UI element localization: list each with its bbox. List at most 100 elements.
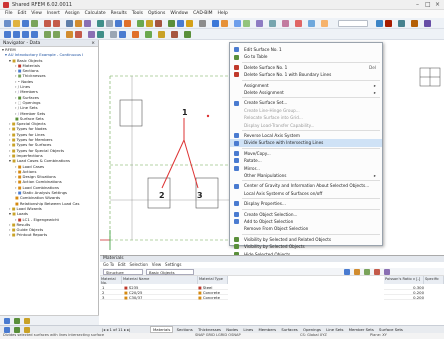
node-icon[interactable] [186, 20, 193, 27]
support-icon[interactable] [221, 20, 228, 27]
wireframe-icon[interactable] [44, 31, 51, 38]
menu-assign[interactable]: Assign [65, 11, 80, 16]
next-page-icon[interactable]: ▸ [124, 327, 126, 332]
context-menu-item[interactable]: Local Axis Systems of Surfaces on/off [230, 190, 382, 197]
tab-surfaces[interactable]: Surfaces [279, 327, 299, 332]
column-header[interactable]: Material Type [198, 276, 228, 284]
menu-help[interactable]: Help [218, 11, 228, 16]
minimize-icon[interactable]: – [416, 1, 419, 8]
tab-nodes[interactable]: Nodes [224, 327, 240, 332]
context-menu-item[interactable]: Display Load-Transfer Capability... [230, 122, 382, 129]
x-view-icon[interactable] [13, 31, 20, 38]
panel-menu-selection[interactable]: Selection [129, 262, 147, 267]
context-menu-item[interactable]: Delete Surface No. 1 with Boundary Lines [230, 71, 382, 78]
close-icon[interactable]: × [435, 1, 440, 8]
panel-tool-icon[interactable] [344, 269, 350, 275]
set-icon[interactable] [269, 20, 276, 27]
last-page-icon[interactable]: ▸| [127, 327, 130, 332]
solid-icon[interactable] [177, 20, 184, 27]
context-menu-item[interactable]: Assignment ▸ [230, 82, 382, 89]
context-menu-item[interactable]: Other Manipulations ▸ [230, 172, 382, 179]
tab-sections[interactable]: Sections [175, 327, 195, 332]
data-tab-icon[interactable] [4, 318, 10, 324]
view-icon[interactable] [84, 20, 91, 27]
tree-item[interactable]: › ■ Printout Reports [0, 232, 98, 237]
display-tab-icon[interactable] [14, 318, 20, 324]
context-menu-item[interactable]: Create Line-Hinge Group... [230, 107, 382, 114]
guide-line-icon[interactable] [119, 31, 126, 38]
prev-page-icon[interactable]: ◂ [106, 327, 108, 332]
panel-menu-edit[interactable]: Edit [118, 262, 126, 267]
context-menu-item[interactable]: Edit Surface No. 1 [230, 46, 382, 53]
context-menu-item[interactable]: Reverse Local Axis System [230, 132, 382, 139]
check-icon[interactable] [295, 20, 302, 27]
column-header[interactable]: Poisson's Ratio v [-] [384, 276, 424, 284]
shaded-icon[interactable] [53, 31, 60, 38]
visibility-icon[interactable] [97, 31, 104, 38]
close-icon[interactable]: × [91, 41, 95, 46]
block-icon[interactable] [171, 31, 178, 38]
new-icon[interactable] [4, 20, 11, 27]
views-tab-icon[interactable] [24, 318, 30, 324]
display-icon[interactable] [97, 20, 104, 27]
snap-toggles[interactable]: SNAP GRID LGRID OSNAP [195, 333, 241, 337]
iso-view-icon[interactable] [4, 31, 11, 38]
panel-menu-goto[interactable]: Go To [103, 262, 114, 267]
snap-icon[interactable] [132, 31, 139, 38]
context-menu-item[interactable]: Display Properties... [230, 200, 382, 207]
axes-icon[interactable] [75, 31, 82, 38]
menu-file[interactable]: File [5, 11, 13, 16]
panel-menu-view[interactable]: View [152, 262, 162, 267]
numbering-icon[interactable] [66, 31, 73, 38]
z-view-icon[interactable] [31, 31, 38, 38]
zoom-icon[interactable] [124, 20, 131, 27]
load-icon[interactable] [146, 20, 153, 27]
table-cell[interactable]: 0.200 [384, 295, 424, 300]
report-icon[interactable] [321, 20, 328, 27]
calculate-icon[interactable] [66, 20, 73, 27]
context-menu-item[interactable]: Go to Table [230, 53, 382, 60]
material-icon[interactable] [256, 20, 263, 27]
column-header[interactable]: Material No. [100, 276, 122, 285]
tab-materials[interactable]: Materials [150, 326, 174, 333]
context-menu-item[interactable]: Delete Surface No. 1 Del [230, 64, 382, 71]
column-header[interactable]: Specific [424, 276, 444, 284]
hinge-icon[interactable] [234, 20, 241, 27]
panel-tool-icon[interactable] [374, 269, 380, 275]
surface-icon[interactable] [168, 20, 175, 27]
context-menu-item[interactable]: Move/Copy... [230, 150, 382, 157]
section-icon[interactable] [243, 20, 250, 27]
tab-surface-sets[interactable]: Surface Sets [377, 327, 405, 332]
panel-tool-icon[interactable] [384, 269, 390, 275]
tab-line-sets[interactable]: Line Sets [324, 327, 345, 332]
menu-tools[interactable]: Tools [132, 11, 143, 16]
tools-icon[interactable] [385, 20, 392, 27]
annotation-icon[interactable] [158, 31, 165, 38]
context-menu-item[interactable]: Divide Surface with Intersecting Lines [230, 139, 382, 147]
context-menu-item[interactable]: Visibility by Selected and Related Objec… [230, 236, 382, 243]
tab-thicknesses[interactable]: Thicknesses [196, 327, 223, 332]
menu-edit[interactable]: Edit [18, 11, 27, 16]
panel-menu-settings[interactable]: Settings [165, 262, 181, 267]
redo-icon[interactable] [53, 20, 60, 27]
context-menu-item[interactable]: Create Object Selection... [230, 211, 382, 218]
y-view-icon[interactable] [22, 31, 29, 38]
mesh-icon[interactable] [282, 20, 289, 27]
panel-tool-icon[interactable] [354, 269, 360, 275]
context-menu-item[interactable]: Create Surface Set... [230, 99, 382, 106]
first-page-icon[interactable]: |◂ [102, 327, 105, 332]
opening-icon[interactable] [212, 20, 219, 27]
results-icon[interactable] [75, 20, 82, 27]
maximize-icon[interactable]: □ [425, 1, 431, 8]
tab-openings[interactable]: Openings [301, 327, 323, 332]
tab-members[interactable]: Members [256, 327, 278, 332]
menu-insert[interactable]: Insert [47, 11, 60, 16]
dimension-icon[interactable] [110, 31, 117, 38]
context-menu-item[interactable]: Mirror... [230, 165, 382, 172]
design-icon[interactable] [308, 20, 315, 27]
context-menu-item[interactable]: Rotate... [230, 157, 382, 164]
help-icon[interactable] [424, 20, 431, 27]
menu-cad-bim[interactable]: CAD-BIM [193, 11, 212, 16]
save-icon[interactable] [22, 20, 29, 27]
settings-icon[interactable] [411, 20, 418, 27]
